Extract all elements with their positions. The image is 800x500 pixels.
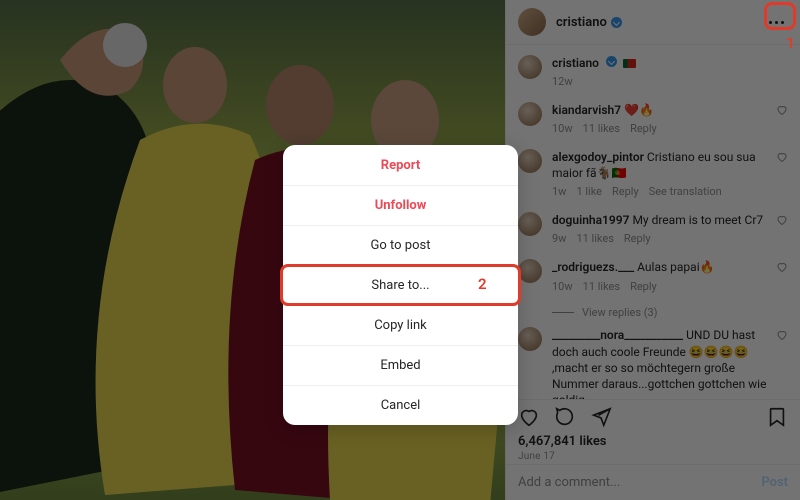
annotation-label-2: 2 bbox=[478, 275, 487, 293]
modal-item-report[interactable]: Report bbox=[283, 145, 518, 185]
modal-item-embed[interactable]: Embed bbox=[283, 345, 518, 385]
modal-item-unfollow[interactable]: Unfollow bbox=[283, 185, 518, 225]
annotation-label-1: 1 bbox=[786, 34, 795, 52]
modal-item-go-to-post[interactable]: Go to post bbox=[283, 225, 518, 265]
modal-item-copy-link[interactable]: Copy link bbox=[283, 305, 518, 345]
modal-item-cancel[interactable]: Cancel bbox=[283, 385, 518, 425]
